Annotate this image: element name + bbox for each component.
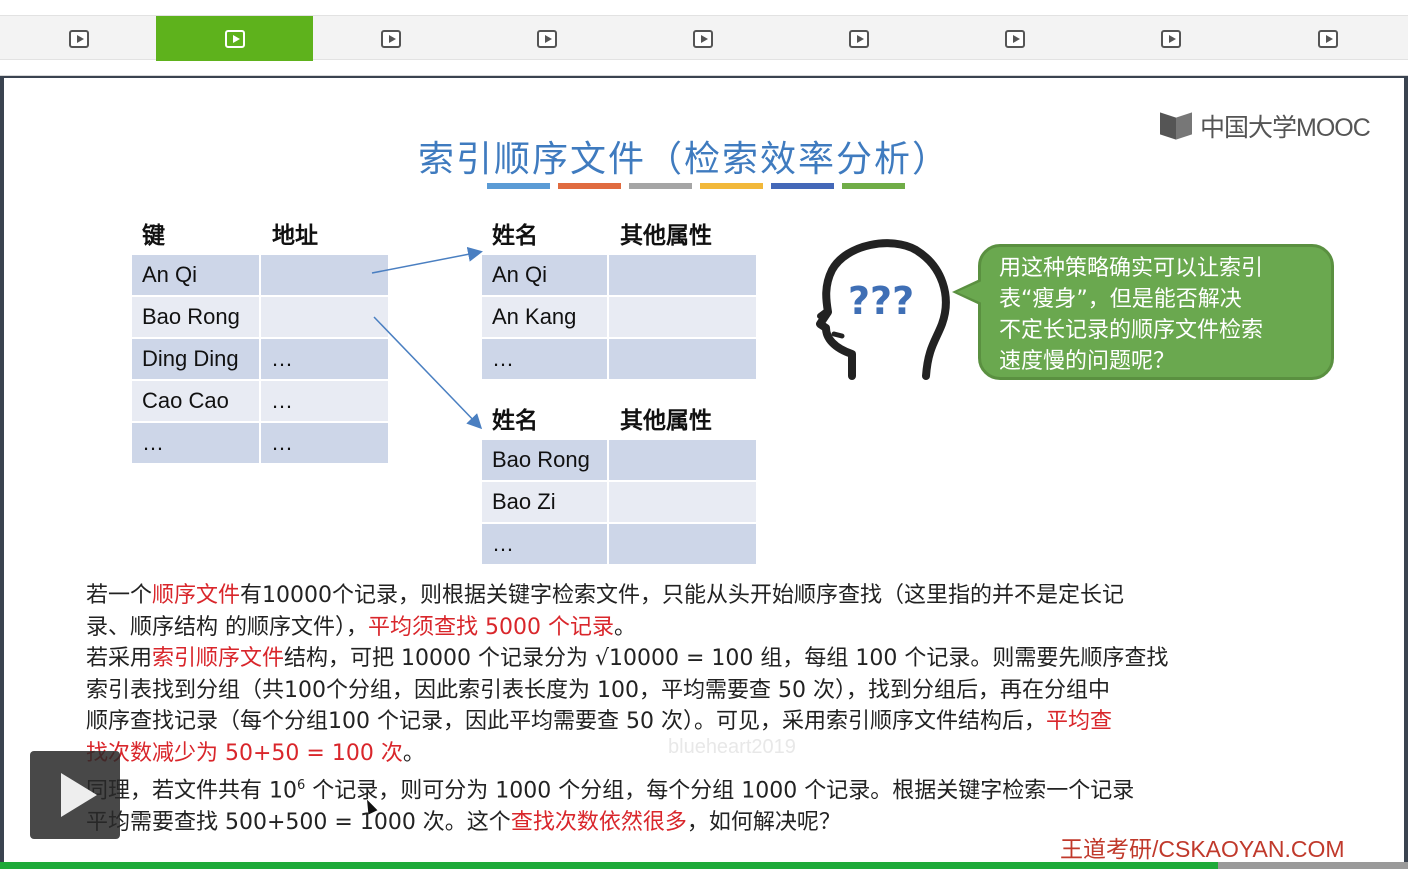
segment-8[interactable] [1092, 16, 1249, 61]
play-icon [68, 29, 89, 48]
bubble-line: 用这种策略确实可以让索引 [999, 256, 1264, 281]
video-progress-fill [0, 862, 1218, 869]
slide-title: 索引顺序文件（检索效率分析） [417, 139, 950, 180]
group2-cell-attr [609, 524, 756, 564]
bubble-tail-inner [957, 281, 982, 303]
highlight-text: 查找次数依然很多 [510, 809, 687, 835]
group1-header-attrs: 其他属性 [620, 223, 712, 249]
play-icon [536, 29, 557, 48]
text: 索引表找到分组（共100个分组，因此索引表长度为 100，平均需要查 50 次）… [86, 677, 1110, 703]
index-cell-addr: … [261, 423, 388, 463]
group1-header-name: 姓名 [492, 223, 538, 249]
segment-5[interactable] [624, 16, 781, 61]
highlight-text: 找次数减少为 50+50 = 100 次 [86, 740, 403, 766]
play-icon [848, 29, 869, 48]
video-nav-bar [0, 0, 1408, 76]
text: 若一个 [86, 583, 153, 608]
bubble-line: 不定长记录的顺序文件检索 [999, 318, 1264, 343]
title-bar-darkblue [771, 183, 834, 189]
index-cell-addr: … [261, 381, 388, 421]
play-icon [1317, 29, 1338, 48]
title-bar-green [842, 183, 905, 189]
group2-header-attrs: 其他属性 [620, 408, 712, 434]
brand-footer: 王道考研/CSKAOYAN.COM [1060, 836, 1345, 862]
thinking-head-icon: ??? [812, 236, 952, 382]
paragraph-sequential: 若一个顺序文件有10000个记录，则根据关键字检索文件，只能从头开始顺序查找（这… [86, 580, 1316, 643]
speech-bubble: 用这种策略确实可以让索引 表“瘦身”，但是能否解决 不定长记录的顺序文件检索 速… [978, 244, 1334, 380]
text: 结构，可把 10000 个记录分为 √10000 = 100 组，每组 100 … [284, 646, 1169, 671]
arrow-to-group1 [371, 246, 483, 274]
segment-7[interactable] [936, 16, 1093, 61]
text: 有10000个记录，则根据关键字检索文件，只能从头开始顺序查找（这里指的并不是定… [240, 583, 1125, 608]
segment-4[interactable] [468, 16, 625, 61]
group1-cell-attr [609, 297, 756, 337]
title-bar-orange [558, 183, 621, 189]
index-cell-addr [261, 255, 388, 295]
text: 。 [613, 614, 636, 640]
index-header-key: 键 [142, 223, 165, 249]
index-cell-addr [261, 297, 388, 337]
group2-cell-attr [609, 440, 756, 480]
group1-cell-name: … [482, 339, 607, 379]
index-cell-key: Ding Ding [132, 339, 259, 379]
text: 顺序查找记录（每个分组100 个记录，因此平均需要查 50 次）。可见，采用索引… [86, 709, 1046, 735]
segment-2[interactable] [156, 16, 313, 61]
arrow-to-group2 [373, 316, 483, 430]
group1-cell-attr [609, 255, 756, 295]
play-icon [380, 29, 401, 48]
index-cell-key: … [132, 423, 259, 463]
group1-cell-name: An Qi [482, 255, 607, 295]
play-button[interactable] [30, 751, 120, 839]
play-icon [1004, 29, 1025, 48]
group2-cell-name: Bao Rong [482, 440, 607, 480]
index-cell-key: Bao Rong [132, 297, 259, 337]
group2-cell-name: Bao Zi [482, 482, 607, 522]
play-icon [224, 29, 245, 48]
bubble-line: 速度慢的问题呢？ [999, 349, 1176, 374]
paragraph-similarly: 同理，若文件共有 106 个记录，则可分为 1000 个分组，每个分组 1000… [86, 770, 1316, 839]
text: 平均需要查找 500+500 = 1000 次。这个 [86, 809, 511, 835]
video-segment-strip [0, 15, 1408, 61]
highlight-text: 索引顺序文件 [152, 646, 285, 671]
segment-1[interactable] [0, 16, 157, 61]
highlight-text: 平均查 [1045, 709, 1112, 735]
title-bar-blue [487, 183, 550, 189]
text: 录、顺序结构 的顺序文件）， [86, 614, 368, 640]
text: 个记录，则可分为 1000 个分组，每个分组 1000 个记录。根据关键字检索一… [305, 778, 1135, 804]
index-cell-key: Cao Cao [132, 381, 259, 421]
group2-cell-attr [609, 482, 756, 522]
text: 若采用 [86, 646, 153, 671]
segment-6[interactable] [780, 16, 937, 61]
title-color-bars [487, 183, 905, 189]
group2-cell-name: … [482, 524, 607, 564]
title-bar-yellow [700, 183, 763, 189]
index-cell-addr: … [261, 339, 388, 379]
text: 。 [402, 740, 425, 766]
play-icon [61, 773, 97, 817]
bubble-line: 表“瘦身”，但是能否解决 [999, 287, 1242, 312]
svg-text:???: ??? [848, 279, 914, 323]
play-icon [692, 29, 713, 48]
title-bar-gray [629, 183, 692, 189]
play-icon [1160, 29, 1181, 48]
segment-3[interactable] [312, 16, 469, 61]
index-header-address: 地址 [272, 223, 318, 249]
group1-cell-attr [609, 339, 756, 379]
index-cell-key: An Qi [132, 255, 259, 295]
watermark: blueheart2019 [668, 736, 796, 758]
highlight-text: 平均须查找 5000 个记录 [368, 614, 614, 640]
highlight-text: 顺序文件 [152, 583, 241, 608]
segment-9[interactable] [1249, 16, 1406, 61]
lecture-slide: 中国大学MOOC 索引顺序文件（检索效率分析） 键 地址 An Qi Bao R… [4, 78, 1404, 864]
group1-cell-name: An Kang [482, 297, 607, 337]
group2-header-name: 姓名 [492, 408, 538, 434]
video-progress-bar[interactable] [0, 862, 1408, 869]
text: ，如何解决呢？ [686, 809, 841, 835]
